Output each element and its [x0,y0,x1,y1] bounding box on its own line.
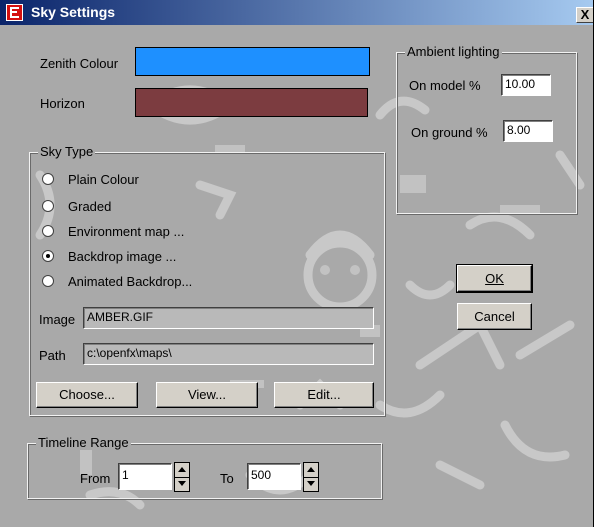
spinner-down-arrow-icon[interactable] [176,478,188,490]
from-label: From [80,471,111,486]
image-label: Image [39,312,76,327]
radio-label: Graded [68,199,112,214]
to-spinner[interactable] [303,462,319,492]
spinner-up-arrow-icon[interactable] [305,464,317,476]
from-spinner[interactable] [174,462,190,492]
on-model-label: On model % [409,78,481,93]
radio-label: Environment map ... [68,224,185,239]
close-button[interactable]: X [576,7,593,23]
on-ground-input[interactable]: 8.00 [503,120,553,142]
ok-button-label: OK [485,271,504,286]
cancel-button[interactable]: Cancel [457,303,532,330]
choose-button[interactable]: Choose... [36,382,138,408]
path-label: Path [39,348,66,363]
image-field[interactable]: AMBER.GIF [83,307,374,329]
radio-button-selected[interactable] [42,250,54,262]
zenith-colour-label: Zenith Colour [40,56,119,71]
radio-label: Animated Backdrop... [68,274,193,289]
on-model-input[interactable]: 10.00 [501,74,551,96]
radio-button[interactable] [42,275,54,287]
spinner-up-arrow-icon[interactable] [176,464,188,476]
radio-button[interactable] [42,200,54,212]
sky-type-legend: Sky Type [38,144,96,159]
sky-settings-dialog: Sky Settings X Zenith Colour Horizon Amb… [0,0,594,527]
radio-button[interactable] [42,225,54,237]
ok-button[interactable]: OK [456,264,533,293]
path-field[interactable]: c:\openfx\maps\ [83,343,374,365]
from-input[interactable]: 1 [118,463,172,490]
on-ground-label: On ground % [411,125,488,140]
ambient-lighting-legend: Ambient lighting [405,44,502,59]
radio-button[interactable] [42,173,54,185]
window-title: Sky Settings [31,4,116,20]
view-button[interactable]: View... [156,382,258,408]
app-icon [6,4,23,21]
title-bar[interactable]: Sky Settings [0,0,593,25]
edit-button[interactable]: Edit... [274,382,374,408]
zenith-colour-swatch[interactable] [135,47,370,76]
cancel-button-label: Cancel [474,309,515,324]
to-input[interactable]: 500 [247,463,301,490]
horizon-colour-swatch[interactable] [135,88,368,117]
timeline-range-legend: Timeline Range [36,435,131,450]
spinner-down-arrow-icon[interactable] [305,478,317,490]
radio-label: Plain Colour [68,172,139,187]
horizon-label: Horizon [40,96,85,111]
to-label: To [220,471,234,486]
radio-label: Backdrop image ... [68,249,177,264]
